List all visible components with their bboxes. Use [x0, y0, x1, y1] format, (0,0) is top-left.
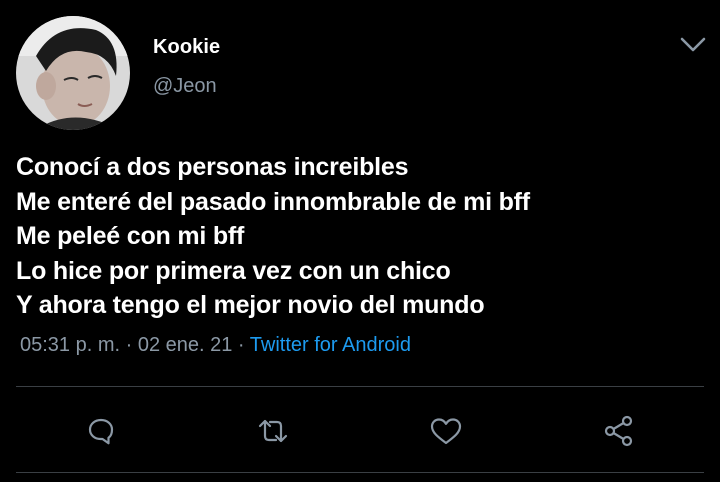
reply-button[interactable]	[84, 414, 118, 448]
retweet-icon	[258, 419, 288, 443]
divider	[16, 472, 704, 473]
divider	[16, 386, 704, 387]
reply-icon	[88, 418, 114, 445]
author-handle[interactable]: @Jeon	[153, 75, 217, 98]
meta-separator: ·	[232, 334, 250, 356]
tweet-source-link[interactable]: Twitter for Android	[250, 334, 411, 356]
more-options-button[interactable]	[679, 36, 707, 54]
avatar-image	[16, 16, 130, 130]
share-button[interactable]	[602, 414, 636, 448]
like-button[interactable]	[429, 414, 463, 448]
tweet-line: Me enteré del pasado innombrable de mi b…	[16, 187, 530, 216]
retweet-button[interactable]	[256, 414, 290, 448]
tweet-date[interactable]: 02 ene. 21	[138, 334, 233, 356]
tweet-time[interactable]: 05:31 p. m.	[20, 334, 120, 356]
avatar[interactable]	[16, 16, 130, 130]
tweet-metadata: 05:31 p. m. · 02 ene. 21 · Twitter for A…	[20, 334, 411, 357]
tweet-text: Conocí a dos personas increibles Me ente…	[16, 150, 530, 323]
action-bar	[0, 414, 720, 448]
meta-separator: ·	[120, 334, 138, 356]
tweet-line: Lo hice por primera vez con un chico	[16, 256, 451, 285]
tweet-card: Kookie @Jeon Conocí a dos personas incre…	[0, 0, 720, 482]
tweet-line: Conocí a dos personas increibles	[16, 153, 409, 181]
tweet-line: Me peleé con mi bff	[16, 222, 245, 250]
heart-icon	[430, 418, 462, 445]
tweet-line: Y ahora tengo el mejor novio del mundo	[16, 291, 485, 319]
chevron-down-icon	[680, 37, 706, 52]
author-name[interactable]: Kookie	[153, 36, 220, 59]
share-icon	[604, 415, 633, 447]
